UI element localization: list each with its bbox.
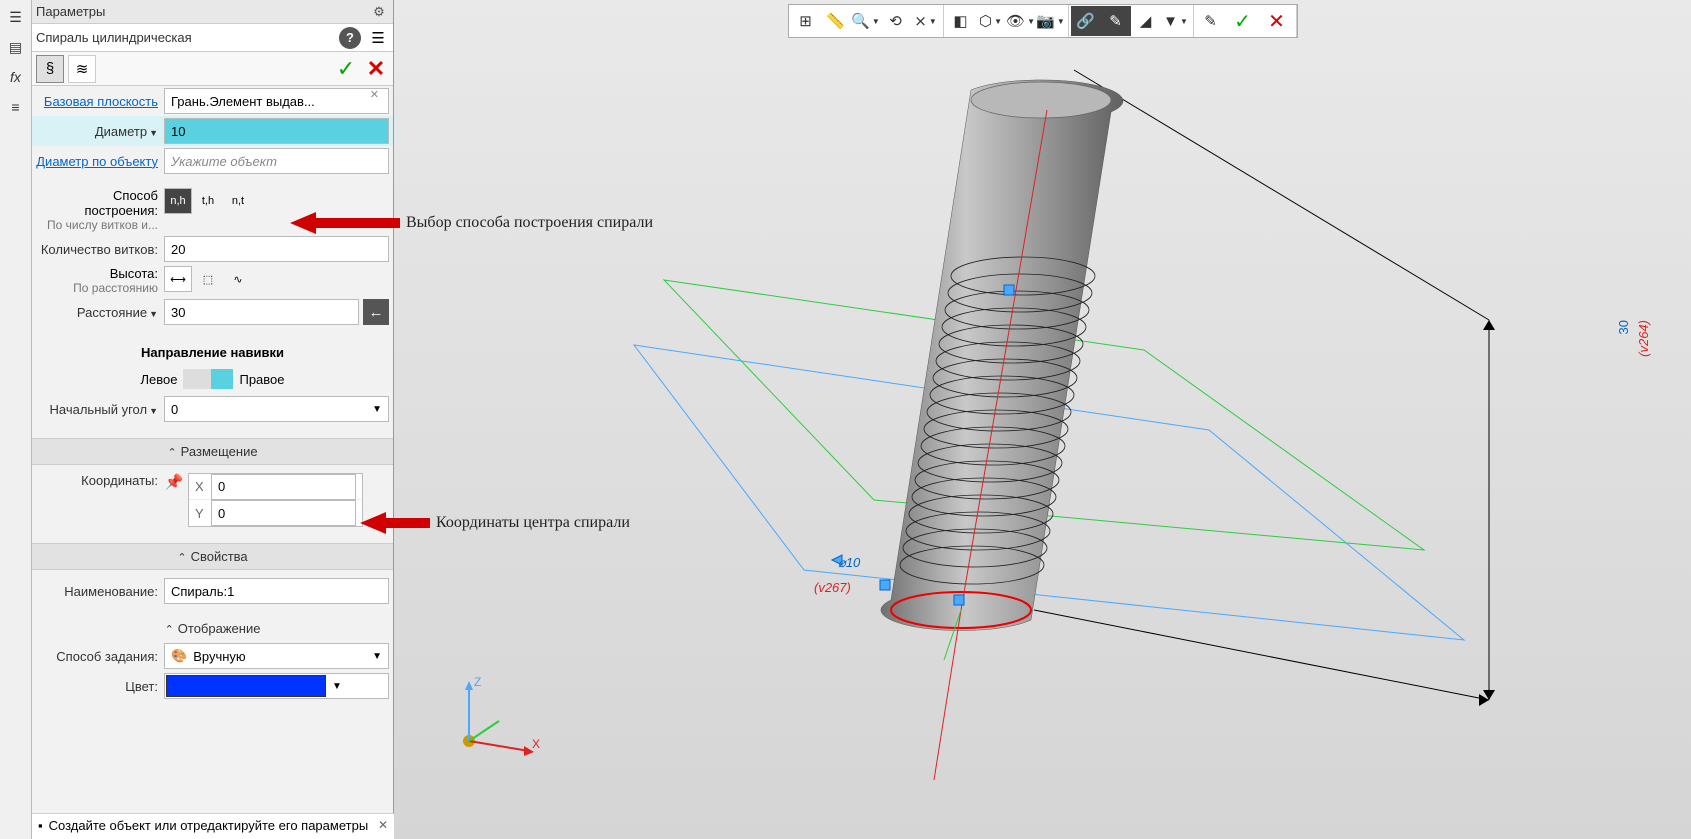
camera-icon[interactable]: 📷▼	[1036, 6, 1066, 36]
panel-title: Параметры	[36, 4, 369, 19]
help-icon[interactable]: ?	[339, 27, 361, 49]
build-sublabel: По числу витков и...	[36, 218, 158, 232]
placement-section-header[interactable]: Размещение	[32, 438, 393, 465]
layers-icon[interactable]: ◢	[1131, 6, 1161, 36]
operation-title: Спираль цилиндрическая	[36, 30, 339, 45]
annotation-build-text: Выбор способа построения спирали	[406, 214, 653, 232]
spiral-tab-2[interactable]: ≋	[68, 55, 96, 83]
mode-dropdown[interactable]: 🎨 Вручную ▼	[164, 643, 389, 669]
diameter-field[interactable]	[164, 118, 389, 144]
dim-ref2: (v264)	[1636, 320, 1651, 357]
height-opt-2[interactable]: ⬚	[194, 266, 222, 292]
coord-x-field[interactable]	[211, 474, 356, 500]
viewport-3d[interactable]: ⊞ 📏 🔍▼ ⟲ ⨯▼ ◧ ⬡▼ 👁▼ 📷▼ 🔗 ✎ ◢ ▼▼ ✎ ✓ ✕	[394, 0, 1691, 839]
name-field[interactable]	[164, 578, 389, 604]
ruler-icon[interactable]: 📏	[821, 6, 851, 36]
panel-header: Параметры ⚙	[32, 0, 393, 24]
tree-icon[interactable]: ☰	[3, 4, 29, 30]
panel-subheader: Спираль цилиндрическая ? ☰	[32, 24, 393, 52]
gear-icon[interactable]: ⚙	[369, 4, 389, 20]
status-close[interactable]: ✕	[378, 818, 388, 832]
list-icon[interactable]: ▤	[3, 34, 29, 60]
form-area: Базовая плоскость ✕ Диаметр▼ Диаметр по …	[32, 86, 393, 839]
hide-icon[interactable]: 👁▼	[1006, 6, 1036, 36]
wireframe-icon[interactable]: ⬡▼	[976, 6, 1006, 36]
height-sublabel: По расстоянию	[36, 281, 158, 295]
base-plane-field[interactable]	[164, 88, 389, 114]
display-section-header[interactable]: Отображение	[32, 616, 393, 641]
base-plane-label[interactable]: Базовая плоскость	[36, 94, 164, 109]
winding-title: Направление навивки	[32, 341, 393, 364]
turns-label: Количество витков:	[36, 242, 164, 257]
parameters-panel: Параметры ⚙ Спираль цилиндрическая ? ☰ §…	[32, 0, 394, 839]
diameter-label[interactable]: Диаметр▼	[36, 124, 164, 139]
start-angle-label[interactable]: Начальный угол▼	[36, 402, 164, 417]
filter-icon[interactable]: ▼▼	[1161, 6, 1191, 36]
scale-icon[interactable]: ⊞	[791, 6, 821, 36]
confirm-icon[interactable]: ✓	[1226, 6, 1260, 36]
status-bar: ▪ Создайте объект или отредактируйте его…	[32, 813, 394, 839]
reverse-direction-button[interactable]: ←	[363, 299, 389, 325]
diameter-obj-label[interactable]: Диаметр по объекту	[36, 154, 164, 169]
dim-ref1: (v267)	[814, 580, 851, 595]
menu-icon[interactable]: ≡	[3, 94, 29, 120]
cancel-button[interactable]: ✕	[363, 56, 389, 82]
annotation-coords: Координаты центра спирали	[360, 510, 630, 536]
axis-indicator: Z X	[454, 666, 544, 759]
fx-icon[interactable]: fx	[3, 64, 29, 90]
properties-section-header[interactable]: Свойства	[32, 543, 393, 570]
panel-tabs: § ≋ ✓ ✕	[32, 52, 393, 86]
view-toolbar: ⊞ 📏 🔍▼ ⟲ ⨯▼ ◧ ⬡▼ 👁▼ 📷▼ 🔗 ✎ ◢ ▼▼ ✎ ✓ ✕	[788, 4, 1298, 38]
clear-base-plane[interactable]: ✕	[370, 88, 379, 101]
distance-label[interactable]: Расстояние▼	[36, 305, 164, 320]
tree-toggle-icon[interactable]: ☰	[367, 29, 389, 47]
diameter-obj-field[interactable]	[164, 148, 389, 174]
axes-icon[interactable]: ⨯▼	[911, 6, 941, 36]
axis-x-label: X	[195, 479, 211, 494]
dim-height: 30	[1616, 320, 1631, 334]
zoom-icon[interactable]: 🔍▼	[851, 6, 881, 36]
build-opt-th[interactable]: t,h	[194, 188, 222, 214]
distance-field[interactable]	[164, 299, 359, 325]
coord-y-field[interactable]	[211, 500, 356, 526]
build-label: Способ построения:	[36, 188, 158, 218]
winding-toggle[interactable]	[177, 369, 239, 389]
pin-icon[interactable]: 📌	[164, 473, 184, 491]
color-swatch	[166, 675, 326, 697]
color-dropdown[interactable]: ▼	[164, 673, 389, 699]
height-opt-1[interactable]: ⟷	[164, 266, 192, 292]
link-icon[interactable]: 🔗	[1071, 6, 1101, 36]
name-label: Наименование:	[36, 584, 164, 599]
turns-field[interactable]	[164, 236, 389, 262]
coords-label: Координаты:	[36, 473, 164, 488]
build-opt-nt[interactable]: n,t	[224, 188, 252, 214]
height-opt-3[interactable]: ∿	[224, 266, 252, 292]
coords-box: X Y	[188, 473, 363, 527]
color-label: Цвет:	[36, 679, 164, 694]
eyedropper-icon[interactable]: ✎	[1196, 6, 1226, 36]
height-label: Высота:	[36, 266, 158, 281]
winding-right-label: Правое	[239, 372, 284, 387]
cube-icon[interactable]: ◧	[946, 6, 976, 36]
build-opt-nh[interactable]: n,h	[164, 188, 192, 214]
reject-icon[interactable]: ✕	[1260, 6, 1294, 36]
spiral-tab-1[interactable]: §	[36, 55, 64, 83]
apply-button[interactable]: ✓	[333, 56, 359, 82]
scene-svg	[394, 0, 1691, 839]
winding-left-label: Левое	[140, 372, 177, 387]
start-angle-field[interactable]: 0 ▼	[164, 396, 389, 422]
svg-text:X: X	[532, 737, 540, 751]
annotate-icon[interactable]: ✎	[1101, 6, 1131, 36]
mode-label: Способ задания:	[36, 649, 164, 664]
axis-y-label: Y	[195, 506, 211, 521]
svg-text:Z: Z	[474, 675, 481, 689]
status-text: Создайте объект или отредактируйте его п…	[49, 818, 369, 835]
orbit-icon[interactable]: ⟲	[881, 6, 911, 36]
annotation-build: Выбор способа построения спирали	[290, 210, 653, 236]
dim-diameter: ⌀10	[838, 555, 860, 571]
annotation-coords-text: Координаты центра спирали	[436, 514, 630, 532]
left-toolbar: ☰ ▤ fx ≡	[0, 0, 32, 839]
